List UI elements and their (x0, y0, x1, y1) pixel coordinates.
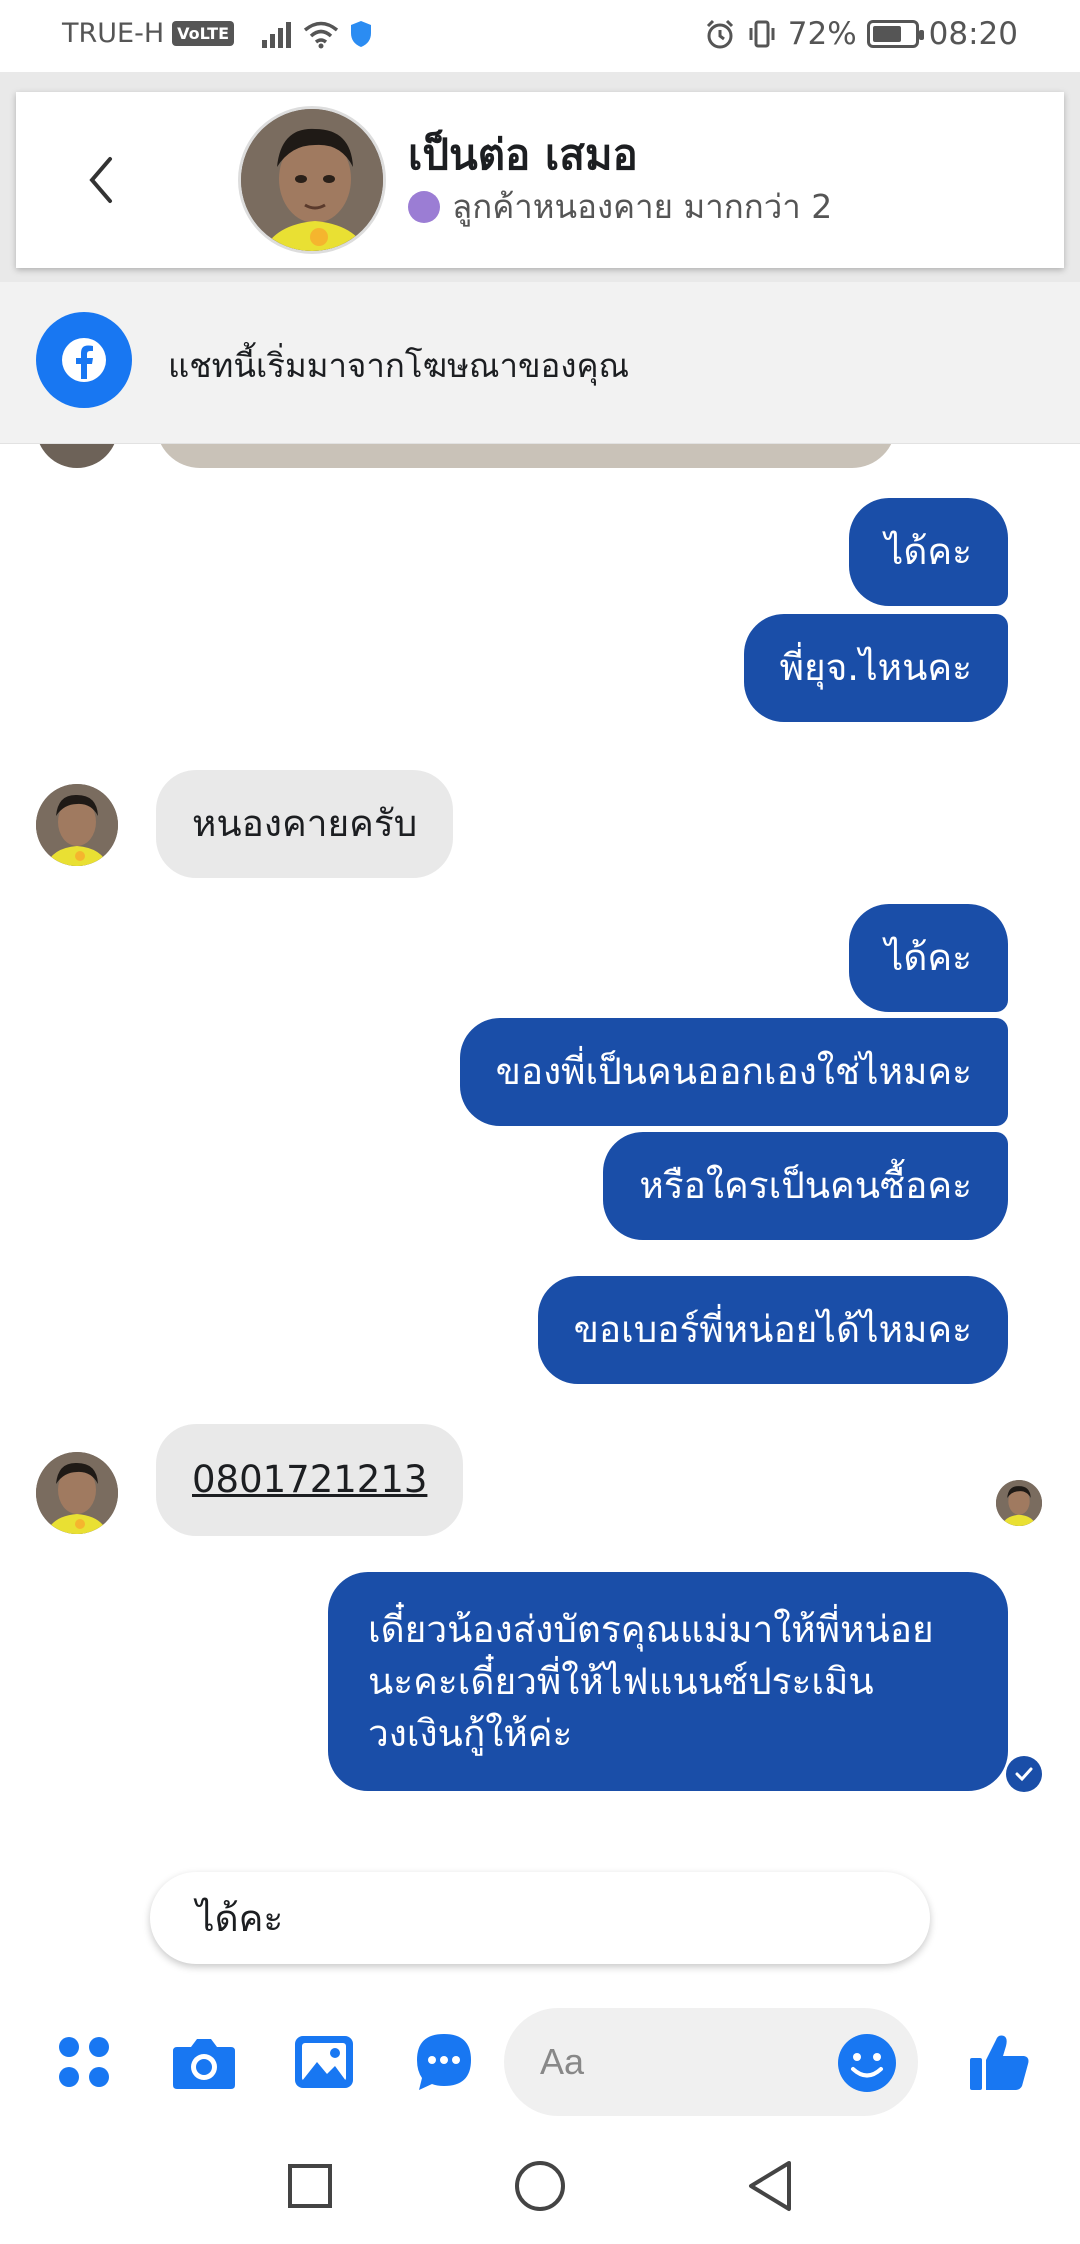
status-right: 72% 08:20 (704, 16, 1018, 52)
message-text: หรือใครเป็นคนซื้อคะ (639, 1163, 972, 1207)
label-color-dot (408, 190, 440, 223)
conversation-header: เป็นต่อ เสมอ ลูกค้าหนองคาย มากกว่า 2 (0, 72, 1080, 282)
back-button[interactable] (76, 150, 126, 210)
message-bubble-outgoing[interactable]: หรือใครเป็นคนซื้อคะ (603, 1132, 1008, 1240)
status-bar: TRUE-H VoLTE 72% 08:20 (0, 0, 1080, 72)
status-left: TRUE-H VoLTE (62, 18, 374, 49)
photo-attachment[interactable] (156, 444, 896, 468)
message-text: ขอเบอร์พี่หน่อยได้ไหมคะ (573, 1307, 972, 1351)
header-card: เป็นต่อ เสมอ ลูกค้าหนองคาย มากกว่า 2 (16, 92, 1064, 268)
message-bubble-outgoing[interactable]: ได้คะ (848, 498, 1008, 606)
chevron-left-icon (89, 157, 112, 203)
volte-badge: VoLTE (172, 21, 235, 46)
sent-check-icon (1006, 1756, 1042, 1792)
message-bubble-incoming[interactable]: หนองคายครับ (156, 770, 454, 878)
ad-origin-text: แชทนี้เริ่มมาจากโฆษณาของคุณ (168, 346, 630, 385)
alarm-icon (706, 19, 733, 49)
message-bubble-outgoing[interactable]: ของพี่เป็นคนออกเองใช่ไหมคะ (459, 1018, 1008, 1126)
wifi-icon (303, 21, 339, 48)
status-icons (260, 19, 374, 49)
system-navigation-bar (0, 2124, 1080, 2244)
message-text: ได้คะ (884, 935, 972, 979)
shield-icon (351, 20, 372, 47)
message-bubble-outgoing[interactable]: ได้คะ (848, 904, 1008, 1012)
message-input[interactable] (540, 2038, 790, 2086)
message-bubble-outgoing[interactable]: พี่ยุจ.ไหนคะ (743, 614, 1008, 722)
battery-percent: 72% (787, 16, 857, 52)
menu-dots-icon[interactable] (48, 2026, 120, 2098)
phone-number-link[interactable]: 0801721213 (192, 1458, 427, 1502)
camera-icon[interactable] (168, 2026, 240, 2098)
recents-button[interactable] (280, 2156, 340, 2216)
chat-bubble-icon[interactable] (408, 2026, 480, 2098)
battery-icon (866, 20, 924, 48)
clock: 08:20 (928, 16, 1018, 52)
signal-icon (262, 21, 292, 48)
carrier-label: TRUE-H (62, 18, 165, 49)
message-bubble-outgoing[interactable]: ขอเบอร์พี่หน่อยได้ไหมคะ (537, 1276, 1008, 1384)
message-composer (0, 2000, 1080, 2124)
thumbs-up-icon[interactable] (964, 2026, 1036, 2098)
message-bubble-outgoing[interactable]: เดี๋ยวน้องส่งบัตรคุณแม่มาให้พี่หน่อย นะค… (328, 1572, 1008, 1792)
quick-reply-suggestion[interactable]: ได้คะ (150, 1872, 930, 1964)
home-button[interactable] (510, 2156, 570, 2216)
contact-avatar[interactable] (238, 106, 386, 254)
facebook-icon (36, 312, 132, 408)
circle-icon (515, 2161, 565, 2211)
message-text: เดี๋ยวน้องส่งบัตรคุณแม่มาให้พี่หน่อย นะค… (368, 1608, 934, 1755)
message-list[interactable]: ได้คะ พี่ยุจ.ไหนคะ หนองคายครับ ได้คะ ของ… (0, 444, 1080, 1844)
contact-label-text: ลูกค้าหนองคาย มากกว่า 2 (452, 187, 833, 226)
message-text: ได้คะ (884, 529, 972, 573)
contact-label[interactable]: ลูกค้าหนองคาย มากกว่า 2 (408, 180, 832, 233)
message-text: พี่ยุจ.ไหนคะ (779, 645, 972, 689)
sender-avatar[interactable] (36, 1452, 118, 1534)
message-text: ของพี่เป็นคนออกเองใช่ไหมคะ (495, 1049, 972, 1093)
read-receipt-avatar (996, 1480, 1042, 1526)
vibrate-icon (749, 20, 775, 48)
message-text: หนองคายครับ (192, 801, 418, 845)
sender-avatar[interactable] (36, 784, 118, 866)
emoji-icon[interactable] (836, 2032, 898, 2094)
triangle-back-icon (749, 2161, 791, 2211)
quick-reply-text: ได้คะ (196, 1896, 284, 1940)
ad-origin-banner: แชทนี้เริ่มมาจากโฆษณาของคุณ (0, 282, 1080, 444)
message-input-container[interactable] (504, 2008, 918, 2116)
sender-avatar (36, 444, 118, 468)
square-icon (288, 2164, 332, 2208)
back-nav-button[interactable] (740, 2156, 800, 2216)
message-bubble-incoming[interactable]: 0801721213 (156, 1424, 464, 1536)
contact-name: เป็นต่อ เสมอ (408, 130, 638, 179)
gallery-icon[interactable] (288, 2026, 360, 2098)
